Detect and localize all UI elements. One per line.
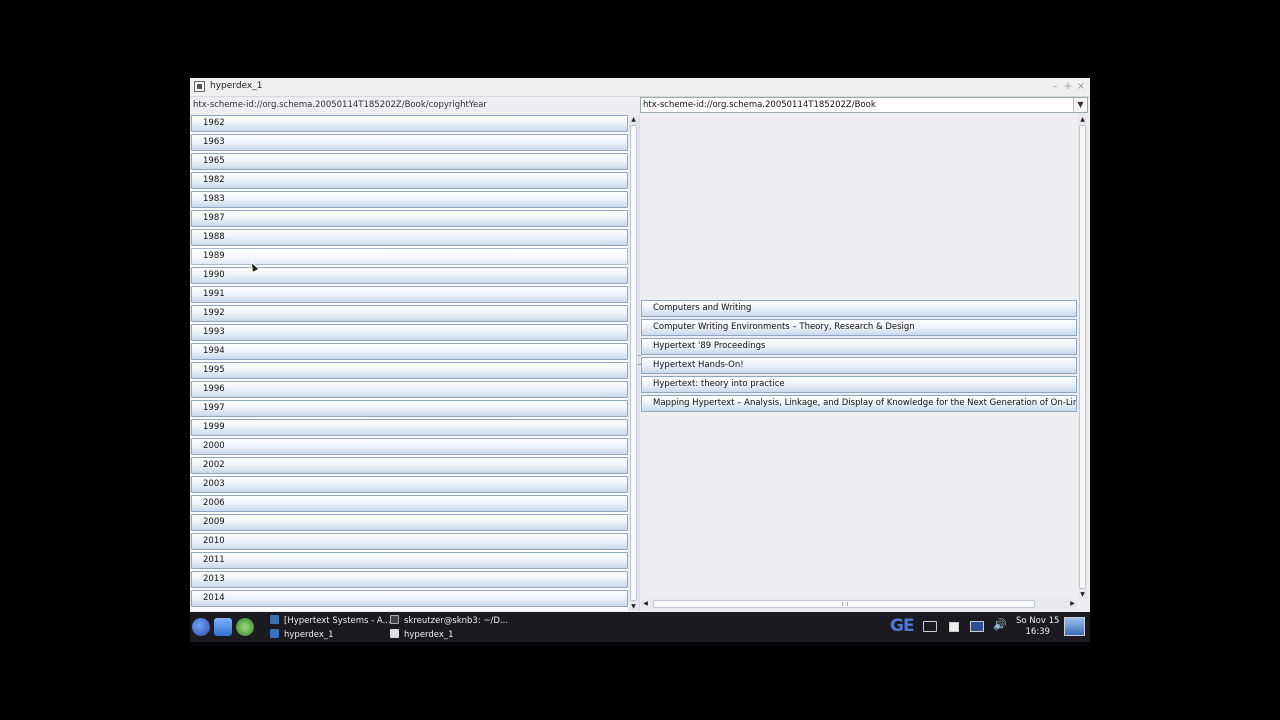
year-row[interactable]: 1963 [191, 134, 628, 151]
taskbar-task-terminal[interactable]: skreutzer@sknb3: ~/D... [390, 615, 508, 626]
year-row[interactable]: 2011 [191, 552, 628, 569]
year-row[interactable]: 1983 [191, 191, 628, 208]
book-row[interactable]: Hypertext: theory into practice [641, 376, 1077, 393]
divider-grip-icon [638, 355, 640, 365]
year-row[interactable]: 1992 [191, 305, 628, 322]
book-row[interactable]: Computer Writing Environments – Theory, … [641, 319, 1077, 336]
year-list-scrollbar[interactable]: ▲ ▼ [629, 115, 638, 611]
year-row[interactable]: 2009 [191, 514, 628, 531]
scroll-down-icon[interactable]: ▼ [629, 602, 638, 611]
left-path-field[interactable]: htx-scheme-id://org.schema.20050114T1852… [190, 97, 641, 113]
scheme-select[interactable]: htx-scheme-id://org.schema.20050114T1852… [640, 97, 1088, 113]
battery-icon[interactable] [923, 621, 937, 632]
year-row[interactable]: 2000 [191, 438, 628, 455]
minimize-button[interactable]: – [1049, 80, 1061, 93]
year-row[interactable]: 2003 [191, 476, 628, 493]
scroll-up-icon[interactable]: ▲ [629, 115, 638, 124]
scroll-thumb[interactable] [1079, 125, 1086, 589]
terminal-icon [390, 615, 399, 624]
taskbar-task-hyperdex-app[interactable]: hyperdex_1 [390, 629, 454, 640]
scroll-down-icon[interactable]: ▼ [1078, 590, 1087, 599]
year-row[interactable]: 1988 [191, 229, 628, 246]
year-row[interactable]: 1994 [191, 343, 628, 360]
maximize-button[interactable]: + [1062, 80, 1074, 93]
book-panel-vertical-scrollbar[interactable]: ▲ ▼ [1078, 115, 1087, 599]
folder-icon [270, 629, 279, 638]
year-row[interactable]: 1965 [191, 153, 628, 170]
clock-day: So Nov 15 [1016, 616, 1060, 626]
book-panel-horizontal-scrollbar[interactable]: ◀ ▶ [641, 599, 1077, 609]
scheme-select-value: htx-scheme-id://org.schema.20050114T1852… [643, 100, 876, 110]
year-row[interactable]: 2006 [191, 495, 628, 512]
book-panel: Computers and Writing Computer Writing En… [641, 115, 1077, 599]
app-icon [390, 629, 399, 638]
chevron-down-icon[interactable]: ▼ [1073, 98, 1087, 112]
year-row[interactable]: 1995 [191, 362, 628, 379]
year-row[interactable]: 1991 [191, 286, 628, 303]
book-row[interactable]: Mapping Hypertext – Analysis, Linkage, a… [641, 395, 1077, 412]
window-title: hyperdex_1 [210, 81, 263, 91]
book-row[interactable]: Hypertext '89 Proceedings [641, 338, 1077, 355]
app-icon [194, 81, 205, 92]
year-row[interactable]: 1993 [191, 324, 628, 341]
network-icon[interactable] [970, 621, 984, 632]
year-row[interactable]: 1999 [191, 419, 628, 436]
book-list: Computers and Writing Computer Writing En… [641, 300, 1077, 414]
home-folder-icon[interactable] [214, 618, 232, 636]
year-row[interactable]: 2014 [191, 590, 628, 607]
scroll-thumb[interactable] [653, 600, 1035, 608]
title-bar[interactable]: hyperdex_1 – + × [190, 78, 1090, 97]
stop-icon[interactable] [949, 622, 959, 632]
start-menu-icon[interactable] [192, 618, 210, 636]
keyboard-layout-indicator[interactable]: GE [890, 616, 915, 636]
book-row[interactable]: Computers and Writing [641, 300, 1077, 317]
browser-icon[interactable] [236, 618, 254, 636]
clock-time: 16:39 [1025, 627, 1050, 637]
scroll-right-icon[interactable]: ▶ [1068, 599, 1077, 609]
year-row[interactable]: 1982 [191, 172, 628, 189]
scroll-left-icon[interactable]: ◀ [641, 599, 650, 609]
browser-window-icon [270, 615, 279, 624]
year-row[interactable]: 2010 [191, 533, 628, 550]
year-list: 1962 1963 1965 1982 1983 1987 1988 1989 1990 1991… [191, 115, 628, 611]
split-pane-divider[interactable] [638, 115, 640, 611]
volume-icon[interactable]: 🔊 [993, 618, 1007, 631]
close-button[interactable]: × [1075, 80, 1087, 93]
clock[interactable]: So Nov 15 16:39 [1016, 616, 1059, 638]
year-row[interactable]: 1987 [191, 210, 628, 227]
scroll-up-icon[interactable]: ▲ [1078, 115, 1087, 124]
taskbar-task-hyperdex-folder[interactable]: hyperdex_1 [270, 629, 334, 640]
book-row[interactable]: Hypertext Hands-On! [641, 357, 1077, 374]
application-window: hyperdex_1 – + × htx-scheme-id://org.sch… [190, 78, 1090, 612]
year-row[interactable]: 1962 [191, 115, 628, 132]
taskbar-task-hypertext-systems[interactable]: [Hypertext Systems - A... [270, 615, 391, 626]
scroll-thumb[interactable] [630, 125, 637, 601]
year-row[interactable]: 2013 [191, 571, 628, 588]
year-row[interactable]: 1997 [191, 400, 628, 417]
year-row[interactable]: 1996 [191, 381, 628, 398]
year-row[interactable]: 2002 [191, 457, 628, 474]
taskbar: [Hypertext Systems - A... skreutzer@sknb… [190, 612, 1090, 642]
show-desktop-icon[interactable] [1064, 617, 1085, 636]
